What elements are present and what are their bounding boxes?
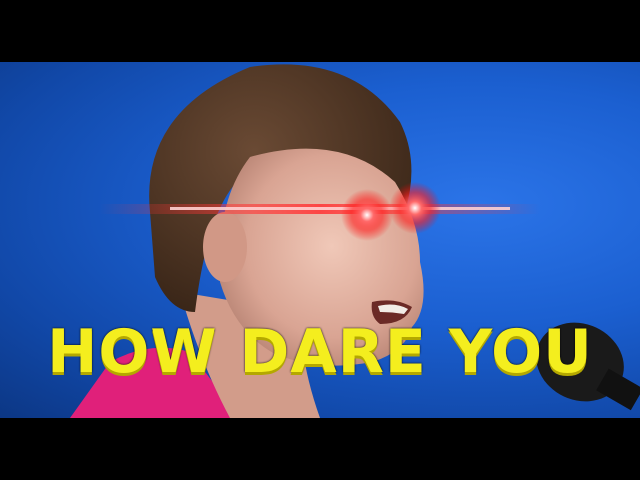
laser-eye-left (341, 189, 393, 241)
meme-frame: HOW DARE YOU (0, 0, 640, 480)
laser-eye-right (389, 182, 441, 234)
letterbox-bottom (0, 418, 640, 480)
letterbox-top (0, 0, 640, 62)
meme-caption: HOW DARE YOU (47, 317, 593, 387)
ear (203, 212, 247, 282)
laser-core (170, 207, 510, 210)
